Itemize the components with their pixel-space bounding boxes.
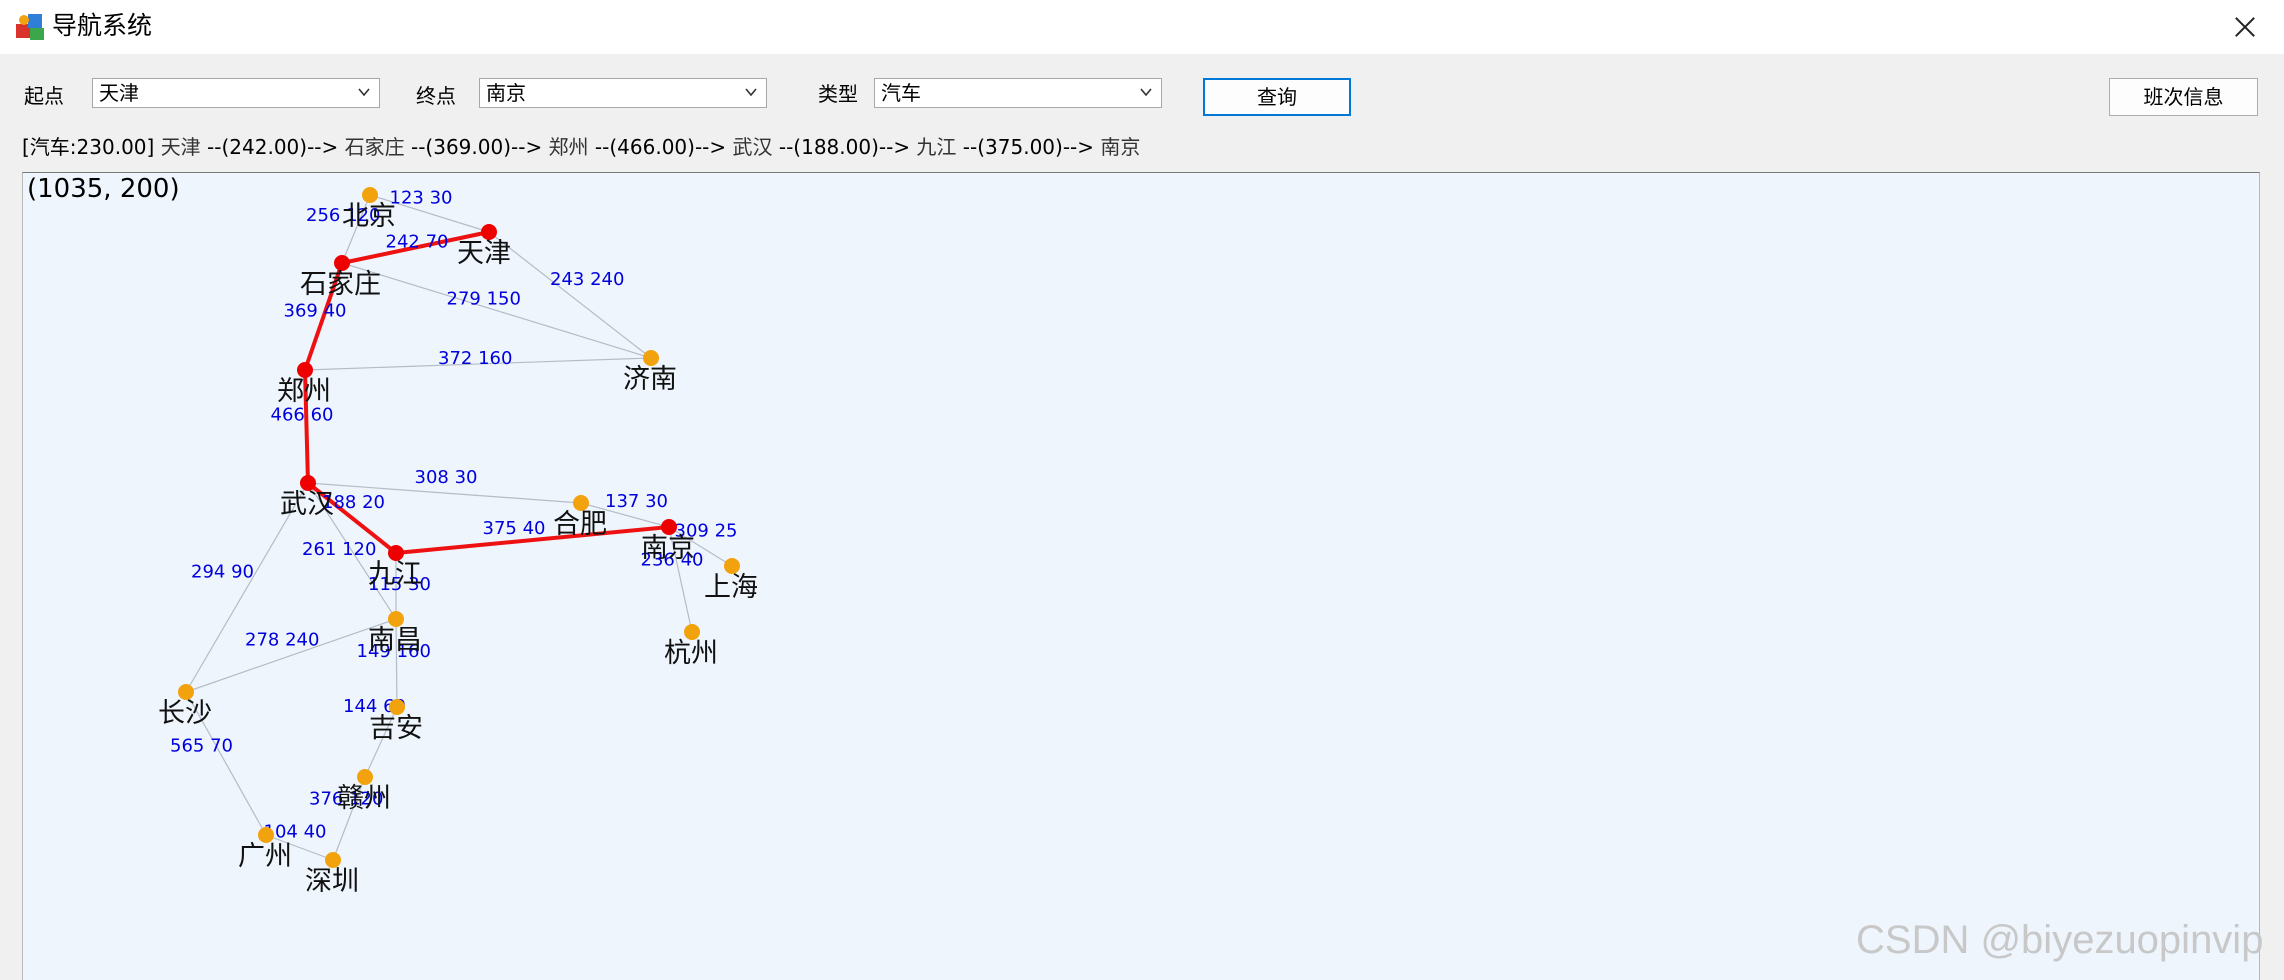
city-label: 石家庄 <box>300 269 381 300</box>
edge-label: 137 30 <box>605 491 668 512</box>
city-label: 广州 <box>238 841 292 872</box>
city-label: 武汉 <box>280 489 334 520</box>
edge-label: 123 30 <box>390 188 453 209</box>
type-label: 类型 <box>818 82 858 106</box>
route-segment-cost: --(375.00)--> <box>962 135 1095 159</box>
edge-label: 565 70 <box>170 736 233 757</box>
navigation-window: 导航系统 起点 天津 终点 南京 类型 汽车 查询 班次信息 [汽车:230.0… <box>0 0 2284 980</box>
end-select[interactable]: 南京 <box>479 78 767 108</box>
start-select-value: 天津 <box>99 81 139 105</box>
city-label: 杭州 <box>664 638 718 669</box>
edge-label: 369 40 <box>284 301 347 322</box>
city-label: 长沙 <box>158 698 212 729</box>
title-bar: 导航系统 <box>0 0 2284 54</box>
close-icon[interactable] <box>2220 8 2272 46</box>
map-panel[interactable]: 123 30 256 120 242 70 243 240 279 150 369 40 3… <box>22 172 2260 980</box>
cursor-coordinates: (1035, 200) <box>27 174 180 204</box>
edge-label: 372 160 <box>438 348 512 369</box>
edge-label: 243 240 <box>550 269 624 290</box>
city-label: 南京 <box>641 533 695 564</box>
city-label: 南昌 <box>368 625 422 656</box>
route-segment-cost: --(466.00)--> <box>594 135 727 159</box>
city-label: 北京 <box>342 201 396 232</box>
route-segment-cost: --(188.00)--> <box>778 135 911 159</box>
schedule-info-button[interactable]: 班次信息 <box>2109 78 2258 116</box>
end-select-value: 南京 <box>486 81 526 105</box>
city-label: 济南 <box>623 364 677 395</box>
city-label: 九江 <box>368 559 422 590</box>
chevron-down-icon <box>1140 88 1152 97</box>
city-label: 赣州 <box>337 783 391 814</box>
city-label: 上海 <box>704 572 758 603</box>
route-graph[interactable]: 123 30256 120242 70243 240279 150369 403… <box>23 173 2260 980</box>
route-city: 南京 <box>1094 135 1141 159</box>
route-city: 九江 <box>910 135 963 159</box>
route-path: 天津 --(242.00)--> 石家庄 --(369.00)--> 郑州 --… <box>161 135 1141 159</box>
edge-label: 278 240 <box>245 630 319 651</box>
route-city: 天津 <box>160 135 208 159</box>
edge-label: 466 60 <box>271 405 334 426</box>
route-city: 郑州 <box>542 135 595 159</box>
window-title: 导航系统 <box>52 11 153 40</box>
edge-label: 294 90 <box>191 562 254 583</box>
edge-label: 242 70 <box>386 232 449 253</box>
app-icon <box>16 14 44 40</box>
watermark: CSDN @biyezuopinvip <box>1856 918 2264 962</box>
start-label: 起点 <box>24 84 64 108</box>
type-select[interactable]: 汽车 <box>874 78 1162 108</box>
city-label: 合肥 <box>553 509 607 540</box>
start-select[interactable]: 天津 <box>92 78 380 108</box>
route-summary: [汽车:230.00] <box>22 135 155 159</box>
route-result: [汽车:230.00] 天津 --(242.00)--> 石家庄 --(369.… <box>22 130 2258 172</box>
city-label: 天津 <box>457 238 511 269</box>
city-label: 郑州 <box>277 376 331 407</box>
edge-label: 375 40 <box>483 518 546 539</box>
end-label: 终点 <box>416 84 456 108</box>
route-segment-cost: --(369.00)--> <box>410 135 543 159</box>
edge-label: 261 120 <box>302 539 376 560</box>
chevron-down-icon <box>745 88 757 97</box>
route-city: 武汉 <box>726 135 779 159</box>
route-city: 石家庄 <box>338 135 411 159</box>
edge-label: 279 150 <box>447 289 521 310</box>
city-label: 深圳 <box>305 866 359 897</box>
chevron-down-icon <box>358 88 370 97</box>
city-label: 吉安 <box>369 713 423 744</box>
route-segment-cost: --(242.00)--> <box>207 135 339 159</box>
edge-label: 308 30 <box>415 467 478 488</box>
type-select-value: 汽车 <box>881 81 921 105</box>
query-button[interactable]: 查询 <box>1203 78 1351 116</box>
